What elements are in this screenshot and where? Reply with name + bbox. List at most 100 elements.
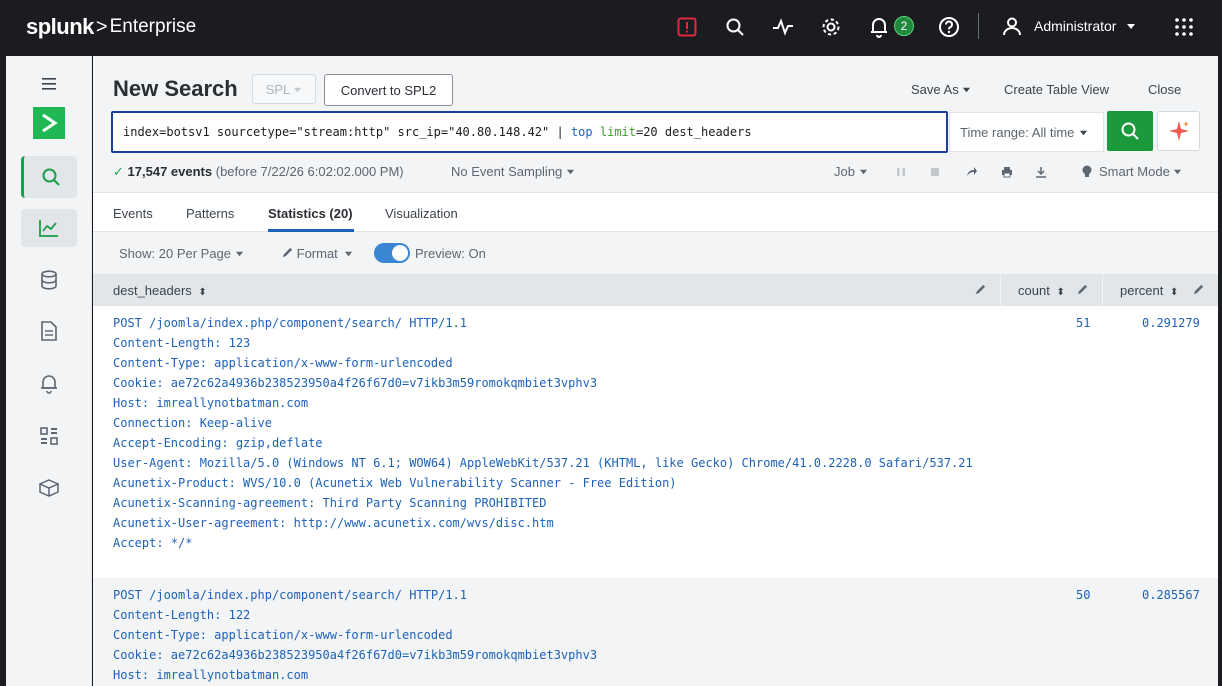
header-line[interactable]: Cookie: ae72c62a4936b238523950a4f26f67d0… [113, 376, 597, 390]
caret-down-icon [1127, 24, 1136, 29]
header-line[interactable]: Connection: Keep-alive [113, 416, 272, 430]
nav-search[interactable] [21, 156, 77, 198]
caret-down-icon [963, 87, 971, 93]
database-icon [41, 270, 57, 290]
nav-dashboards[interactable] [21, 417, 77, 455]
search-mode-dropdown[interactable]: Smart Mode [1081, 164, 1182, 179]
top-bar: splunk > Enterprise 2 Administrator [0, 0, 1222, 54]
pause-icon[interactable] [893, 164, 909, 180]
header-line[interactable]: POST /joomla/index.php/component/search/… [113, 588, 467, 602]
nav-datasets[interactable] [21, 261, 77, 299]
tab-events[interactable]: Events [113, 206, 153, 221]
query-command-top: top [570, 125, 593, 139]
main-area: New Search SPL Convert to SPL2 Save As C… [93, 56, 1218, 686]
check-icon: ✓ [113, 164, 124, 179]
edit-column-icon[interactable] [975, 283, 986, 298]
user-icon [1003, 17, 1021, 36]
ai-assistant-button[interactable] [1157, 111, 1200, 151]
per-page-dropdown[interactable]: Show: 20 Per Page [119, 246, 244, 261]
sort-icon: ⬍ [198, 287, 207, 298]
search-input[interactable]: index=botsv1 sourcetype="stream:http" sr… [111, 111, 948, 153]
print-icon[interactable] [999, 164, 1015, 180]
notification-count-badge[interactable]: 2 [894, 16, 914, 36]
column-header-dest-headers[interactable]: dest_headers ⬍ [113, 283, 207, 298]
preview-toggle[interactable] [374, 243, 410, 263]
download-icon[interactable] [1033, 164, 1049, 180]
header-line[interactable]: Cookie: ae72c62a4936b238523950a4f26f67d0… [113, 648, 597, 662]
header-line[interactable]: Content-Length: 122 [113, 608, 250, 622]
table-row[interactable]: POST /joomla/index.php/component/search/… [93, 578, 1218, 686]
header-line[interactable]: Acunetix-Product: WVS/10.0 (Acunetix Web… [113, 476, 677, 490]
share-icon[interactable] [964, 164, 980, 180]
header-line[interactable]: Accept-Encoding: gzip,deflate [113, 436, 323, 450]
header-line[interactable]: Content-Type: application/x-www-form-url… [113, 628, 453, 642]
column-header-count[interactable]: count ⬍ [1018, 283, 1065, 298]
bell-icon[interactable] [866, 14, 892, 40]
tab-statistics[interactable]: Statistics (20) [268, 206, 353, 221]
caret-down-icon [345, 251, 353, 257]
search-mode-label: Smart Mode [1099, 164, 1170, 179]
edit-column-icon[interactable] [1193, 283, 1204, 298]
job-menu[interactable]: Job [834, 164, 868, 179]
column-divider [1102, 274, 1103, 306]
count-cell[interactable]: 51 [1076, 316, 1090, 330]
count-cell[interactable]: 50 [1076, 588, 1090, 602]
percent-label: percent [1120, 283, 1164, 298]
format-label: Format [296, 246, 338, 261]
event-time-range: (before 7/22/26 6:02:02.000 PM) [215, 164, 404, 179]
time-range-picker[interactable]: Time range: All time [949, 112, 1104, 152]
menu-icon[interactable] [21, 66, 77, 102]
stop-icon[interactable] [927, 164, 943, 180]
topbar-divider [978, 13, 979, 39]
sampling-dropdown[interactable]: No Event Sampling [451, 164, 575, 179]
percent-cell[interactable]: 0.291279 [1142, 316, 1200, 330]
search-button[interactable] [1107, 111, 1153, 151]
header-line[interactable]: User-Agent: Mozilla/5.0 (Windows NT 6.1;… [113, 456, 973, 470]
header-line[interactable]: Accept: */* [113, 536, 192, 550]
table-header: dest_headers ⬍ count ⬍ percent ⬍ [93, 274, 1218, 306]
splunk-logo[interactable]: splunk > Enterprise [26, 12, 196, 42]
header-line[interactable]: POST /joomla/index.php/component/search/… [113, 316, 467, 330]
save-as-menu[interactable]: Save As [911, 82, 971, 97]
user-menu[interactable]: Administrator [1002, 14, 1136, 38]
alert-icon[interactable] [674, 14, 700, 40]
header-line[interactable]: Host: imreallynotbatman.com [113, 396, 308, 410]
nav-reports[interactable] [21, 312, 77, 350]
help-icon[interactable] [936, 14, 962, 40]
create-table-view-link[interactable]: Create Table View [1004, 82, 1109, 97]
header-line[interactable]: Acunetix-Scanning-agreement: Third Party… [113, 496, 546, 510]
user-name: Administrator [1034, 18, 1117, 34]
count-label: count [1018, 283, 1050, 298]
activity-icon[interactable] [770, 14, 796, 40]
dest-headers-label: dest_headers [113, 283, 192, 298]
header-line[interactable]: Acunetix-User-agreement: http://www.acun… [113, 516, 554, 530]
table-row[interactable]: POST /joomla/index.php/component/search/… [93, 306, 1218, 578]
format-dropdown[interactable]: Format [282, 246, 353, 261]
close-link[interactable]: Close [1148, 82, 1181, 97]
spl-dropdown[interactable]: SPL [252, 74, 316, 104]
preview-label: Preview: On [415, 246, 486, 261]
search-app-logo[interactable] [33, 107, 65, 139]
apps-grid-icon[interactable] [1171, 14, 1197, 40]
spl-label: SPL [265, 81, 291, 97]
convert-to-spl2-button[interactable]: Convert to SPL2 [324, 74, 453, 106]
sort-icon: ⬍ [1056, 287, 1065, 298]
header-line[interactable]: Content-Length: 123 [113, 336, 250, 350]
tab-visualization[interactable]: Visualization [385, 206, 458, 221]
search-icon[interactable] [722, 14, 748, 40]
header-line[interactable]: Content-Type: application/x-www-form-url… [113, 356, 453, 370]
gear-icon[interactable] [818, 14, 844, 40]
event-count: 17,547 events [127, 164, 213, 179]
header-line[interactable]: Host: imreallynotbatman.com [113, 668, 308, 682]
bell-icon [41, 375, 57, 394]
edit-column-icon[interactable] [1077, 283, 1088, 298]
percent-cell[interactable]: 0.285567 [1142, 588, 1200, 602]
nav-alerts[interactable] [21, 365, 77, 403]
nav-apps[interactable] [21, 469, 77, 507]
results-options: Show: 20 Per Page Format Preview: On [93, 232, 1218, 274]
column-header-percent[interactable]: percent ⬍ [1120, 283, 1178, 298]
nav-analytics[interactable] [21, 209, 77, 247]
tab-patterns[interactable]: Patterns [186, 206, 234, 221]
time-range-label: Time range: All time [960, 124, 1075, 140]
sparkle-icon [1168, 121, 1189, 141]
